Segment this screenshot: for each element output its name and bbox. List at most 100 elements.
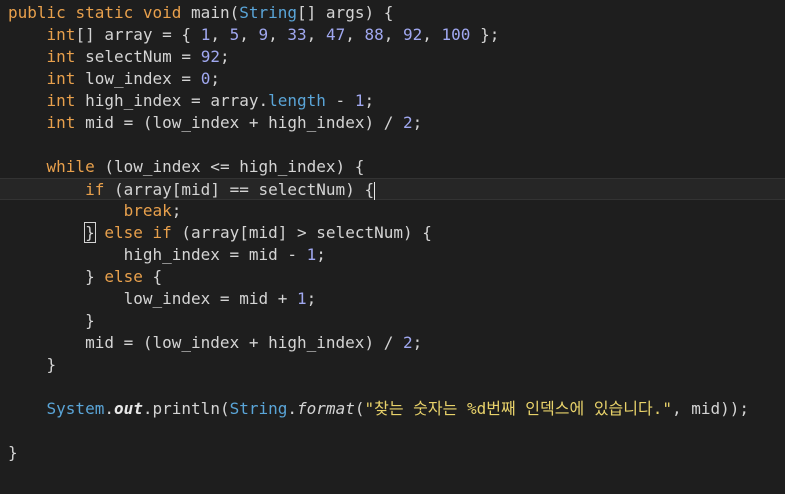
code-line[interactable]: } else { [0,266,785,288]
code-line-text: low_index = mid + 1; [0,289,317,308]
code-line[interactable]: int selectNum = 92; [0,46,785,68]
code-token: = [219,245,249,264]
code-token: int [46,25,76,44]
code-token: public [8,3,66,22]
code-line[interactable]: System.out.println(String.format("찾는 숫자는… [0,398,785,420]
code-line[interactable] [0,376,785,398]
code-token: mid [181,180,211,199]
code-line[interactable] [0,420,785,442]
code-token: ; [412,333,423,352]
code-line[interactable]: mid = (low_index + high_index) / 2; [0,332,785,354]
code-token: . [258,91,269,110]
code-token: high_index [268,333,365,352]
code-line[interactable]: low_index = mid + 1; [0,288,785,310]
matched-brace: } [84,222,96,243]
code-token: 1 [200,25,211,44]
code-token: ; [306,289,317,308]
code-token: "찾는 숫자는 %d번째 인덱스에 있습니다." [364,399,672,418]
code-line[interactable]: int mid = (low_index + high_index) / 2; [0,112,785,134]
code-line-text: int[] array = { 1, 5, 9, 33, 47, 88, 92,… [0,25,500,44]
code-token: , [239,25,259,44]
code-token: 0 [200,69,211,88]
code-token: ( [171,223,192,242]
code-line-text: int low_index = 0; [0,69,220,88]
code-token: 92 [403,25,423,44]
code-token: 1 [297,289,307,308]
code-token: length [268,91,326,110]
code-token: void [142,3,182,22]
code-token: int [46,69,76,88]
code-line-text: int mid = (low_index + high_index) / 2; [0,113,423,132]
code-token: 33 [287,25,307,44]
code-token: }; [470,25,500,44]
code-token: int [46,113,76,132]
code-line[interactable]: int[] array = { 1, 5, 9, 33, 47, 88, 92,… [0,24,785,46]
code-token: ) { [364,3,394,22]
code-line[interactable]: while (low_index <= high_index) { [0,156,785,178]
code-line-text: int high_index = array.length - 1; [0,91,375,110]
code-line[interactable]: } [0,354,785,376]
code-token: = [210,289,240,308]
code-token: selectNum [258,180,346,199]
code-line[interactable]: int high_index = array.length - 1; [0,90,785,112]
code-token: 88 [364,25,384,44]
code-token: + [268,289,298,308]
code-token: . [104,399,114,418]
code-token: array [104,25,153,44]
code-token: , [306,25,326,44]
code-token: String [229,399,288,418]
code-token: high_index [123,245,220,264]
code-token: println [152,399,220,418]
code-token: - [325,91,355,110]
code-token: static [75,3,134,22]
code-token: [ [171,180,182,199]
code-line-text: } [0,443,18,462]
code-line-text: mid = (low_index + high_index) / 2; [0,333,422,352]
code-token: 9 [258,25,269,44]
code-token: ] == [210,180,259,199]
code-token: , [268,25,288,44]
code-token: 5 [229,25,240,44]
code-line[interactable]: } else if (array[mid] > selectNum) { [0,222,785,244]
code-token: mid [85,333,114,352]
code-token: System [46,399,105,418]
code-line[interactable]: } [0,442,785,464]
code-line-text: System.out.println(String.format("찾는 숫자는… [0,399,750,418]
code-token: [ [239,223,249,242]
code-token: } [85,267,105,286]
code-line[interactable]: high_index = mid - 1; [0,244,785,266]
code-token: . [287,399,298,418]
code-token: high_index [239,157,336,176]
code-line[interactable]: break; [0,200,785,222]
code-token: ; [210,69,220,88]
code-line[interactable]: } [0,310,785,332]
code-line[interactable]: if (array[mid] == selectNum) { [0,178,785,200]
code-token: main [191,3,230,22]
code-editor[interactable]: public static void main(String[] args) {… [0,0,785,494]
code-token: format [297,399,355,418]
code-token: mid [239,289,269,308]
code-token: low_index [123,289,211,308]
code-token: , [422,25,442,44]
code-token: , [345,25,365,44]
code-token: = [181,91,211,110]
code-token: = { [152,25,201,44]
code-line[interactable] [0,134,785,156]
code-line[interactable]: public static void main(String[] args) { [0,2,785,24]
code-line-text: } else if (array[mid] > selectNum) { [0,222,432,243]
code-token: 47 [325,25,346,44]
code-line[interactable]: int low_index = 0; [0,68,785,90]
